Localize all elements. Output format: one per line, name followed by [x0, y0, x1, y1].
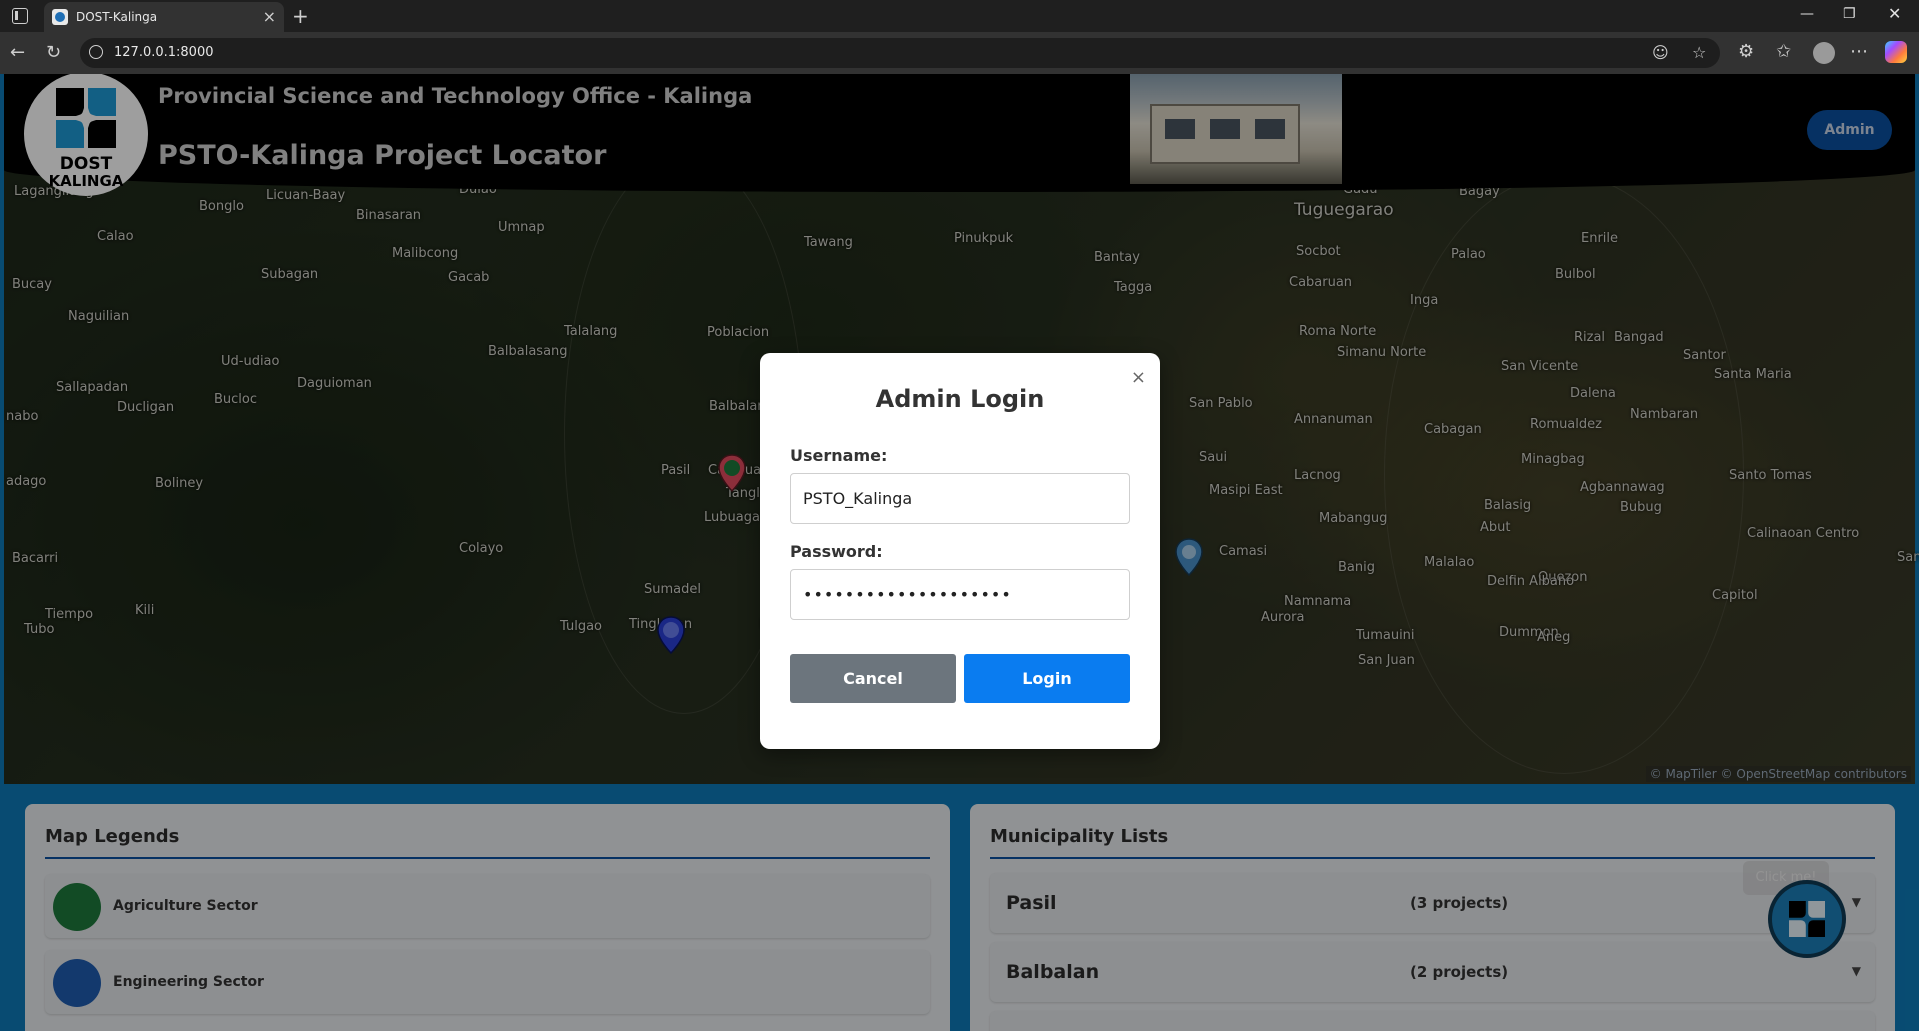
back-icon[interactable]: ←: [10, 42, 25, 63]
password-label: Password:: [790, 542, 883, 561]
more-menu-icon[interactable]: ⋯: [1850, 41, 1868, 62]
username-label: Username:: [790, 446, 888, 465]
favicon-icon: [52, 9, 68, 25]
url-text: 127.0.0.1:8000: [114, 45, 214, 60]
favorites-icon[interactable]: ✩: [1776, 41, 1791, 62]
address-bar: ← ↻ 127.0.0.1:8000 ☺ ☆ ⚙ ✩ ⋯: [0, 32, 1919, 74]
reader-icon[interactable]: ☺: [1652, 43, 1669, 62]
favorite-star-icon[interactable]: ☆: [1692, 43, 1706, 62]
extensions-icon[interactable]: ⚙: [1738, 41, 1754, 62]
username-field[interactable]: [790, 473, 1130, 524]
close-tab-icon[interactable]: ×: [263, 7, 276, 26]
profile-avatar[interactable]: [1813, 42, 1835, 64]
minimize-icon[interactable]: —: [1800, 6, 1814, 22]
reload-icon[interactable]: ↻: [46, 42, 61, 63]
copilot-icon[interactable]: [1885, 41, 1907, 63]
sidebar-toggle-icon[interactable]: [12, 8, 28, 24]
modal-title: Admin Login: [875, 385, 1045, 413]
tab-title: DOST-Kalinga: [76, 10, 158, 24]
cancel-button[interactable]: Cancel: [790, 654, 956, 703]
restore-icon[interactable]: ❐: [1843, 6, 1856, 22]
new-tab-icon[interactable]: +: [292, 4, 309, 28]
browser-tab-bar: DOST-Kalinga × + — ❐ ✕: [0, 0, 1919, 32]
browser-tab[interactable]: DOST-Kalinga ×: [44, 2, 284, 32]
login-button[interactable]: Login: [964, 654, 1130, 703]
password-field[interactable]: [790, 569, 1130, 620]
url-field[interactable]: 127.0.0.1:8000 ☺ ☆: [80, 38, 1720, 68]
site-info-icon[interactable]: [89, 45, 103, 59]
close-window-icon[interactable]: ✕: [1888, 4, 1901, 23]
admin-login-modal: × Admin Login Username: Password: Cancel…: [760, 353, 1160, 749]
